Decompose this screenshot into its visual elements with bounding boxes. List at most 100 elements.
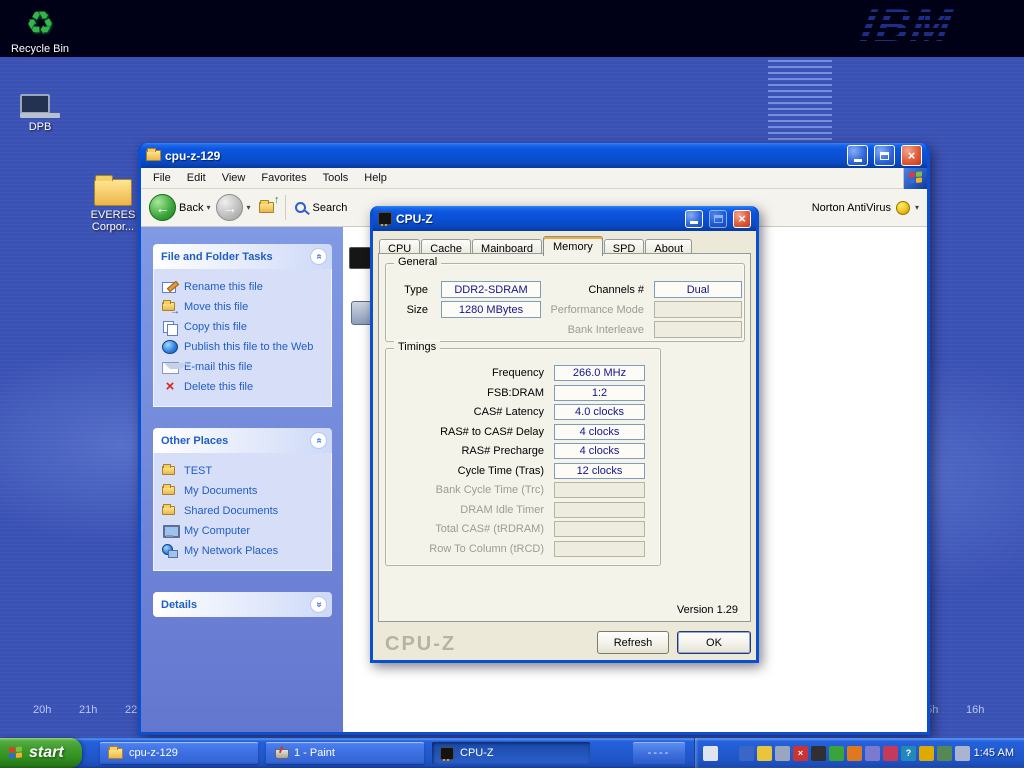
up-button[interactable]: ↑ [257, 200, 276, 215]
other-places-panel: Other Places « TEST My Documents Shared … [153, 428, 332, 571]
tray-icon[interactable] [775, 746, 790, 761]
place-my-network-places[interactable]: My Network Places [162, 541, 328, 561]
minimize-button[interactable] [847, 145, 868, 166]
file-icon-partial[interactable] [349, 247, 371, 269]
file-tasks-header[interactable]: File and Folder Tasks « [153, 244, 332, 269]
ibm-logo-stripes [794, 0, 984, 52]
tray-icon[interactable] [883, 746, 898, 761]
taskbar-button-paint[interactable]: 1 - Paint [266, 742, 424, 764]
menu-view[interactable]: View [214, 172, 254, 184]
menu-tools[interactable]: Tools [315, 172, 357, 184]
task-label: Rename this file [184, 281, 263, 293]
rename-icon [162, 280, 178, 294]
desktop-icon-recycle-bin[interactable]: ♻ Recycle Bin [2, 2, 78, 55]
close-button[interactable]: × [901, 145, 922, 166]
move-icon [162, 300, 178, 314]
menu-favorites[interactable]: Favorites [253, 172, 314, 184]
my-computer-icon [162, 524, 178, 538]
performance-mode-label: Performance Mode [530, 302, 644, 319]
tray-icon[interactable]: × [793, 746, 808, 761]
other-places-header[interactable]: Other Places « [153, 428, 332, 453]
task-copy-file[interactable]: Copy this file [162, 317, 328, 337]
window-title: CPU-Z [396, 212, 679, 226]
chevron-up-icon[interactable]: « [310, 248, 327, 265]
timezone-label: 20h [33, 704, 51, 716]
timing-field: 4 clocks [554, 443, 645, 459]
search-button[interactable]: Search [295, 202, 348, 214]
tray-icon[interactable] [757, 746, 772, 761]
timing-label: FSB:DRAM [392, 385, 544, 402]
task-label: Delete this file [184, 381, 253, 393]
tray-icon[interactable] [937, 746, 952, 761]
bank-interleave-label: Bank Interleave [530, 322, 644, 339]
tray-icon[interactable] [865, 746, 880, 761]
close-button[interactable]: × [733, 210, 751, 228]
place-test[interactable]: TEST [162, 461, 328, 481]
taskbar-button-cpu-z-129[interactable]: cpu-z-129 [100, 742, 258, 764]
taskbar-toolbar[interactable]: ---- [633, 742, 685, 764]
minimize-button[interactable] [685, 210, 703, 228]
menu-edit[interactable]: Edit [179, 172, 214, 184]
timing-label: Total CAS# (tRDRAM) [392, 521, 544, 538]
refresh-button[interactable]: Refresh [597, 631, 669, 654]
task-publish-file[interactable]: Publish this file to the Web [162, 337, 328, 357]
search-label: Search [313, 202, 348, 214]
ok-button[interactable]: OK [677, 631, 751, 654]
search-icon [295, 202, 306, 213]
tray-icon[interactable]: ? [901, 746, 916, 761]
desktop-icon-dpb[interactable]: DPB [2, 80, 78, 133]
cpuz-titlebar[interactable]: CPU-Z × [373, 206, 756, 231]
tab-memory[interactable]: Memory [543, 236, 603, 256]
place-label: TEST [184, 465, 212, 477]
back-arrow-icon: ← [149, 194, 176, 221]
desktop-icon-label: DPB [2, 121, 78, 133]
wallpaper-top-band: IBM [0, 0, 1024, 57]
tray-icon[interactable] [847, 746, 862, 761]
forward-button[interactable]: → ▾ [216, 194, 250, 221]
tray-icon[interactable] [739, 746, 754, 761]
tray-icon[interactable] [955, 746, 970, 761]
tray-icon[interactable] [919, 746, 934, 761]
place-my-documents[interactable]: My Documents [162, 481, 328, 501]
timing-field [554, 541, 645, 557]
general-groupbox: General Type DDR2-SDRAM Channels # Dual … [385, 263, 745, 342]
norton-dropdown-icon[interactable]: ▾ [915, 203, 919, 212]
timings-groupbox: Timings Frequency 266.0 MHz FSB:DRAM 1:2… [385, 348, 661, 566]
maximize-button[interactable] [874, 145, 895, 166]
place-shared-documents[interactable]: Shared Documents [162, 501, 328, 521]
menu-file[interactable]: File [145, 172, 179, 184]
explorer-titlebar[interactable]: cpu-z-129 × [141, 143, 927, 168]
tray-icon[interactable] [829, 746, 844, 761]
system-tray: × ? 1:45 AM [694, 738, 1024, 768]
panel-title: Other Places [161, 435, 228, 447]
task-rename-file[interactable]: Rename this file [162, 277, 328, 297]
back-button[interactable]: ← Back ▾ [149, 194, 210, 221]
cpuz-window: CPU-Z × CPU Cache Mainboard Memory SPD A… [370, 206, 759, 663]
memory-type-field: DDR2-SDRAM [441, 281, 541, 298]
task-delete-file[interactable]: × Delete this file [162, 377, 328, 397]
timezone-label: 21h [79, 704, 97, 716]
details-header[interactable]: Details » [153, 592, 332, 617]
task-move-file[interactable]: Move this file [162, 297, 328, 317]
taskbar-button-cpuz[interactable]: CPU-Z [432, 742, 590, 764]
toolbar-separator [285, 195, 286, 220]
size-label: Size [394, 302, 428, 319]
clock[interactable]: 1:45 AM [974, 747, 1014, 759]
task-label: Publish this file to the Web [184, 341, 313, 353]
chevron-down-icon[interactable]: » [310, 596, 327, 613]
start-button[interactable]: start [0, 738, 82, 768]
windows-flag-icon [9, 746, 23, 759]
task-email-file[interactable]: E-mail this file [162, 357, 328, 377]
place-my-computer[interactable]: My Computer [162, 521, 328, 541]
chevron-up-icon[interactable]: « [310, 432, 327, 449]
my-documents-icon [162, 484, 178, 498]
file-tasks-panel: File and Folder Tasks « Rename this file… [153, 244, 332, 407]
menu-help[interactable]: Help [356, 172, 395, 184]
back-dropdown-icon: ▾ [206, 203, 210, 212]
tray-icon[interactable] [703, 746, 718, 761]
laptop-icon [2, 80, 78, 118]
start-label: start [29, 744, 64, 762]
timing-field: 4 clocks [554, 424, 645, 440]
tray-icon[interactable] [811, 746, 826, 761]
task-label: Copy this file [184, 321, 247, 333]
